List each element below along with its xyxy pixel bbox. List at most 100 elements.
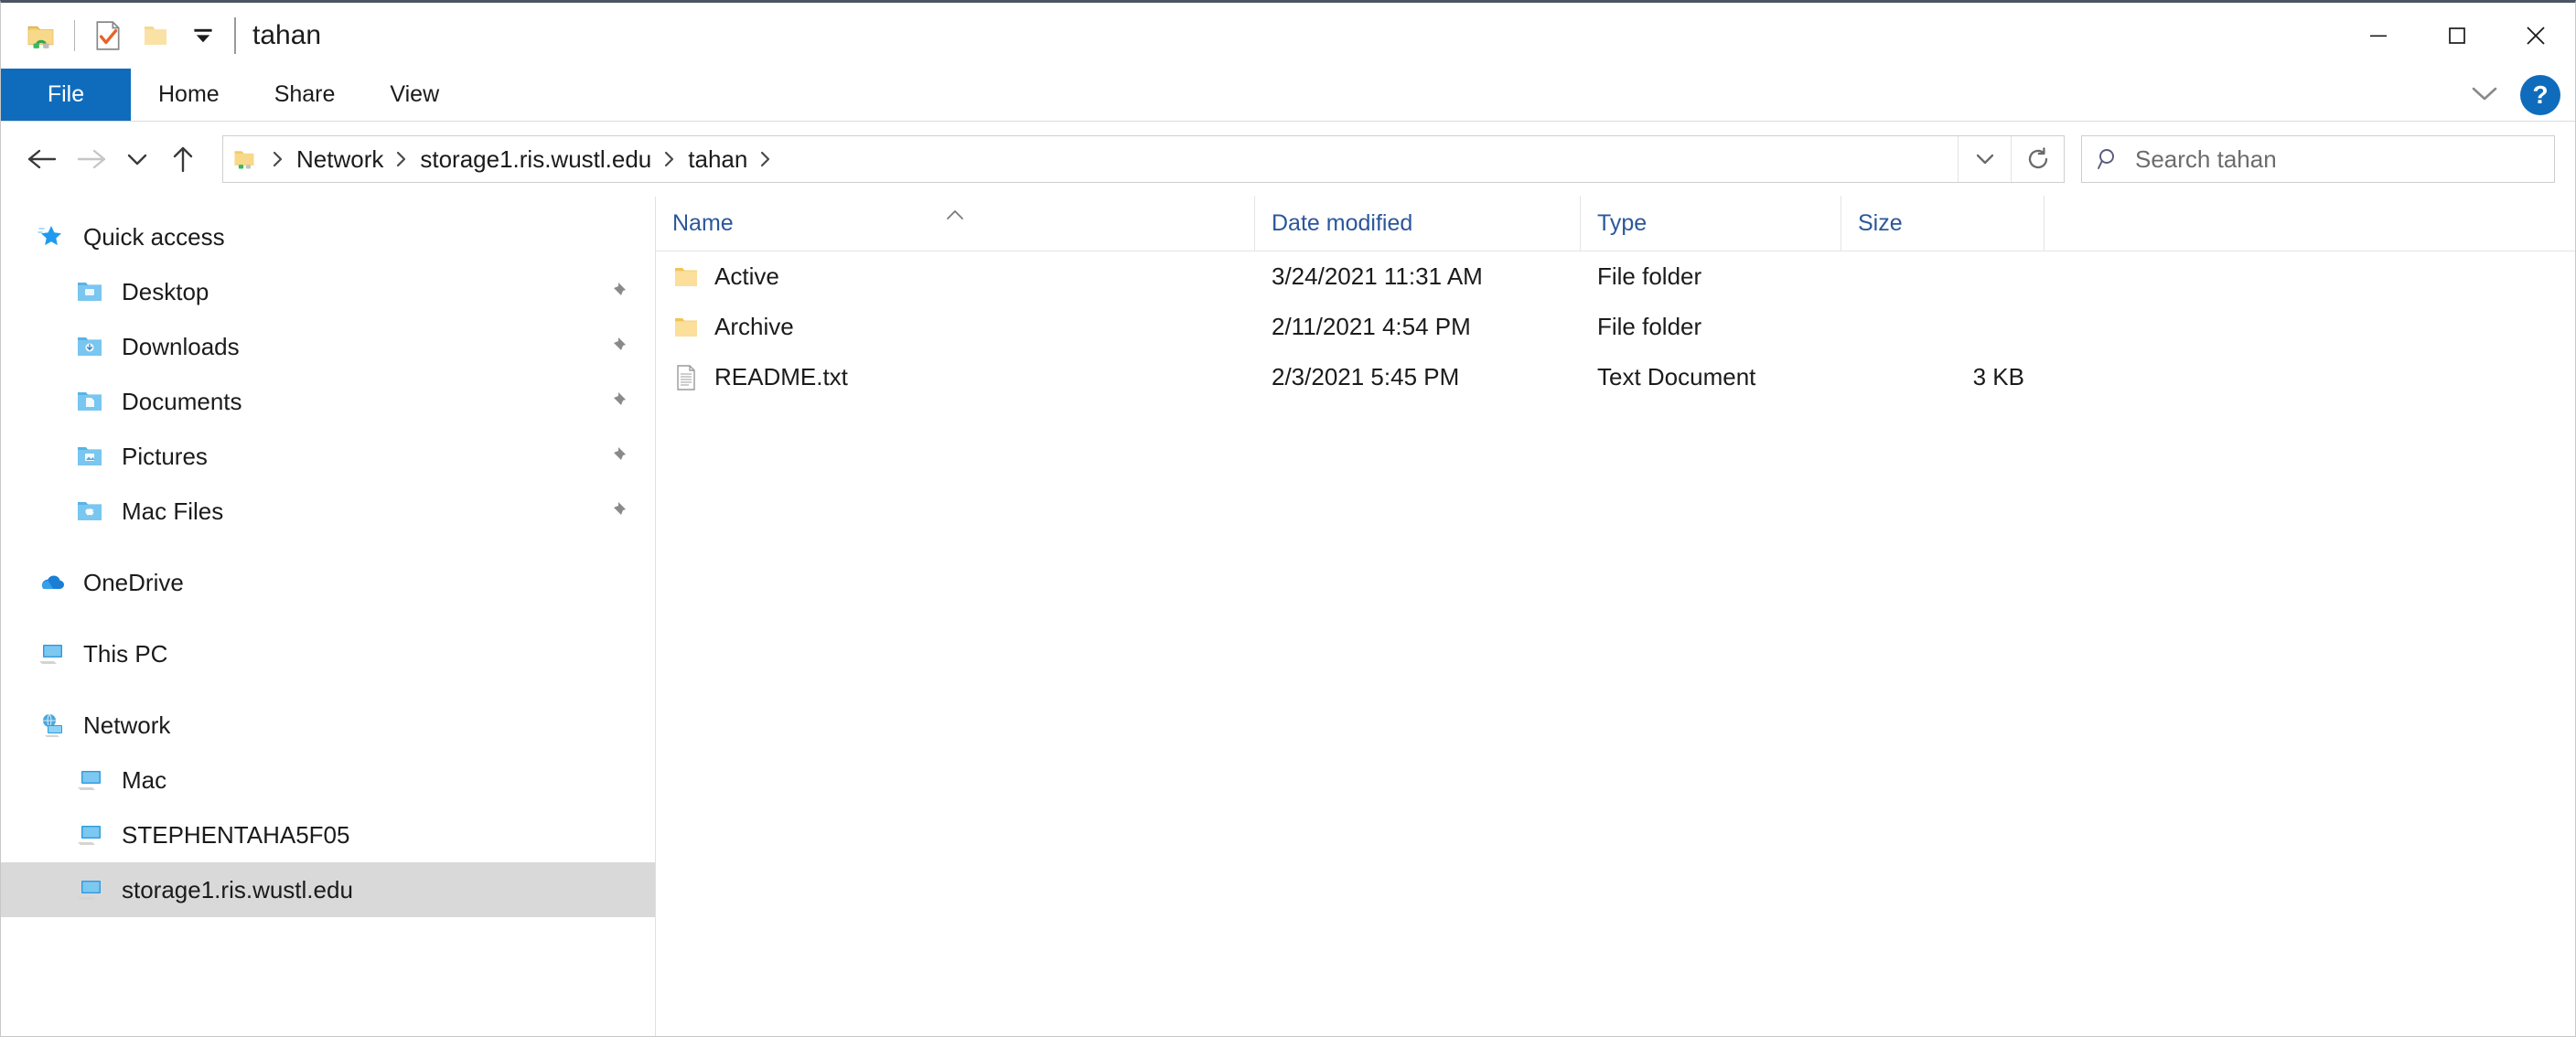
cell-type: Text Document xyxy=(1597,363,1756,390)
column-header-type[interactable]: Type xyxy=(1581,196,1841,251)
file-name: Active xyxy=(714,262,779,290)
sidebar-label: storage1.ris.wustl.edu xyxy=(122,875,353,903)
customize-dropdown-icon[interactable] xyxy=(179,12,227,59)
cloud-icon xyxy=(30,572,72,593)
column-header-label: Date modified xyxy=(1272,209,1413,236)
address-bar-row: Network storage1.ris.wustl.edu tahan xyxy=(1,122,2575,197)
network-folder-icon[interactable] xyxy=(17,12,65,59)
table-row[interactable]: README.txt 2/3/2021 5:45 PM Text Documen… xyxy=(656,352,2575,402)
breadcrumb-separator xyxy=(753,149,778,169)
window-body: Quick access Desktop Downloads Documents… xyxy=(1,196,2575,1036)
chevron-down-icon[interactable] xyxy=(2469,83,2500,108)
help-icon[interactable]: ? xyxy=(2520,75,2560,115)
sidebar-item-quick-access[interactable]: Quick access xyxy=(1,209,655,264)
sidebar-item-onedrive[interactable]: OneDrive xyxy=(1,555,655,610)
cell-type: File folder xyxy=(1597,262,1702,290)
tab-file[interactable]: File xyxy=(1,69,131,121)
pin-icon[interactable] xyxy=(606,281,628,303)
title-separator xyxy=(234,17,236,54)
pin-icon[interactable] xyxy=(606,445,628,467)
ribbon-tab-bar: File Home Share View ? xyxy=(1,69,2575,122)
forward-button[interactable] xyxy=(67,134,116,184)
star-icon xyxy=(30,223,72,251)
title-bar: tahan xyxy=(1,3,2575,69)
pc-icon xyxy=(69,768,111,792)
up-button[interactable] xyxy=(158,134,208,184)
folder-icon xyxy=(667,264,705,290)
file-list-pane: Name Date modified Type Size Active 3/24… xyxy=(656,196,2575,1036)
column-header-size[interactable]: Size xyxy=(1841,196,2045,251)
sidebar-item-this-pc[interactable]: This PC xyxy=(1,626,655,681)
sidebar-label: Quick access xyxy=(83,222,225,251)
search-input[interactable] xyxy=(2135,136,2554,182)
breadcrumb-separator xyxy=(389,149,414,169)
cell-name: README.txt xyxy=(656,363,1255,391)
tab-home[interactable]: Home xyxy=(131,69,247,121)
recent-locations-icon[interactable] xyxy=(116,134,158,184)
sidebar-item-desktop[interactable]: Desktop xyxy=(1,264,655,319)
network-folder-icon xyxy=(223,146,265,172)
back-button[interactable] xyxy=(17,134,67,184)
tab-share[interactable]: Share xyxy=(247,69,363,121)
pin-icon[interactable] xyxy=(606,390,628,412)
toolbar-separator xyxy=(74,20,75,51)
sidebar-item-documents[interactable]: Documents xyxy=(1,374,655,429)
window-controls xyxy=(2339,3,2575,69)
network-globe-icon xyxy=(30,712,72,738)
file-list: Active 3/24/2021 11:31 AM File folder Ar… xyxy=(656,251,2575,1036)
address-bar[interactable]: Network storage1.ris.wustl.edu tahan xyxy=(222,135,2065,183)
sidebar-label: This PC xyxy=(83,639,168,668)
properties-icon[interactable] xyxy=(84,12,132,59)
table-row[interactable]: Active 3/24/2021 11:31 AM File folder xyxy=(656,251,2575,302)
sidebar-item-storage1[interactable]: storage1.ris.wustl.edu xyxy=(1,862,655,917)
pin-icon[interactable] xyxy=(606,336,628,358)
breadcrumb-item-network[interactable]: Network xyxy=(291,145,389,174)
breadcrumb-item-tahan[interactable]: tahan xyxy=(682,145,753,174)
table-row[interactable]: Archive 2/11/2021 4:54 PM File folder xyxy=(656,302,2575,352)
sidebar-label: STEPHENTAHA5F05 xyxy=(122,820,350,849)
navigation-pane: Quick access Desktop Downloads Documents… xyxy=(1,197,656,1036)
new-folder-icon[interactable] xyxy=(132,12,179,59)
minimize-button[interactable] xyxy=(2339,3,2418,69)
breadcrumb: Network storage1.ris.wustl.edu tahan xyxy=(265,145,1958,174)
sidebar-label: Mac Files xyxy=(122,497,224,525)
cell-date-modified: 3/24/2021 11:31 AM xyxy=(1272,262,1483,290)
search-icon xyxy=(2082,146,2135,172)
breadcrumb-item-server[interactable]: storage1.ris.wustl.edu xyxy=(414,145,657,174)
sidebar-item-network[interactable]: Network xyxy=(1,698,655,753)
address-dropdown-icon[interactable] xyxy=(1958,136,2011,182)
folder-documents-icon xyxy=(69,389,111,414)
sidebar-label: Documents xyxy=(122,387,242,415)
sidebar-label: Mac xyxy=(122,765,167,794)
folder-mac-icon xyxy=(69,498,111,524)
column-header-name[interactable]: Name xyxy=(656,196,1255,251)
column-header-label: Name xyxy=(672,209,734,236)
sidebar-item-pictures[interactable]: Pictures xyxy=(1,429,655,484)
pin-icon[interactable] xyxy=(606,500,628,522)
sidebar-item-mac-files[interactable]: Mac Files xyxy=(1,484,655,539)
folder-desktop-icon xyxy=(69,279,111,305)
sidebar-item-downloads[interactable]: Downloads xyxy=(1,319,655,374)
breadcrumb-separator xyxy=(657,149,682,169)
sidebar-item-stephentaha5f05[interactable]: STEPHENTAHA5F05 xyxy=(1,807,655,862)
search-box[interactable] xyxy=(2081,135,2555,183)
column-header-date-modified[interactable]: Date modified xyxy=(1255,196,1581,251)
file-name: README.txt xyxy=(714,363,848,390)
cell-date-modified: 2/3/2021 5:45 PM xyxy=(1272,363,1460,390)
quick-access-toolbar: tahan xyxy=(1,3,321,69)
text-file-icon xyxy=(667,364,705,391)
pc-icon xyxy=(30,642,72,666)
folder-icon xyxy=(667,315,705,340)
pc-icon xyxy=(69,878,111,902)
breadcrumb-separator xyxy=(265,149,291,169)
refresh-icon[interactable] xyxy=(2011,136,2064,182)
close-button[interactable] xyxy=(2496,3,2575,69)
column-headers: Name Date modified Type Size xyxy=(656,196,2575,251)
sidebar-item-mac[interactable]: Mac xyxy=(1,753,655,807)
sidebar-label: Pictures xyxy=(122,442,208,470)
maximize-button[interactable] xyxy=(2418,3,2496,69)
tab-view[interactable]: View xyxy=(362,69,467,121)
